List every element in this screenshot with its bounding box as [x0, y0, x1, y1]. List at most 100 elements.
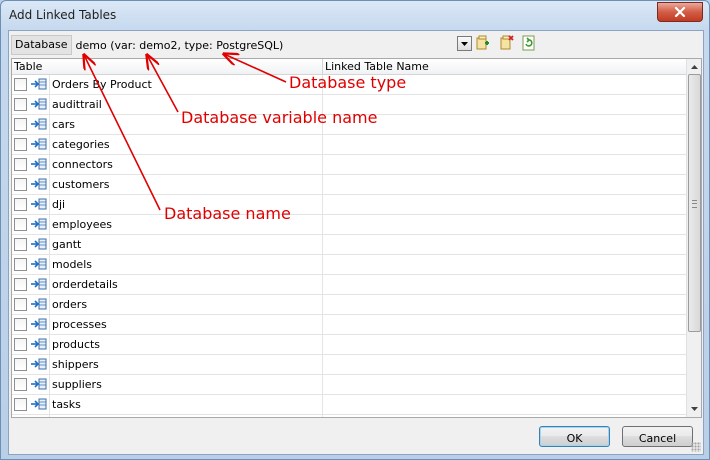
- linked-table-name-cell[interactable]: [322, 355, 687, 374]
- row-checkbox[interactable]: [14, 298, 27, 311]
- link-table-icon: [31, 238, 47, 250]
- table-row[interactable]: shippers: [12, 355, 687, 375]
- table-name-cell: gantt: [49, 235, 322, 254]
- row-checkbox[interactable]: [14, 398, 27, 411]
- linked-table-name-cell[interactable]: [322, 275, 687, 294]
- row-checkbox[interactable]: [14, 98, 27, 111]
- scroll-up-button[interactable]: [687, 60, 701, 74]
- table-name-cell: orderdetails: [49, 275, 322, 294]
- table-row[interactable]: categories: [12, 135, 687, 155]
- table-name-cell: suppliers: [49, 375, 322, 394]
- link-table-icon: [31, 318, 47, 330]
- cancel-button[interactable]: Cancel: [622, 426, 693, 447]
- table-name-cell: customers: [49, 175, 322, 194]
- refresh-icon[interactable]: [521, 35, 537, 51]
- table-row[interactable]: processes: [12, 315, 687, 335]
- window-title: Add Linked Tables: [9, 8, 117, 22]
- table-row[interactable]: suppliers: [12, 375, 687, 395]
- table-name-cell: models: [49, 255, 322, 274]
- row-checkbox[interactable]: [14, 318, 27, 331]
- row-checkbox[interactable]: [14, 378, 27, 391]
- row-checkbox[interactable]: [14, 278, 27, 291]
- table-row[interactable]: tasks: [12, 395, 687, 415]
- row-checkbox[interactable]: [14, 118, 27, 131]
- link-table-icon: [31, 98, 47, 110]
- row-checkbox[interactable]: [14, 358, 27, 371]
- database-selector-value[interactable]: demo (var: demo2, type: PostgreSQL): [74, 39, 284, 52]
- link-table-icon: [31, 118, 47, 130]
- column-header-linked-table-name[interactable]: Linked Table Name: [323, 59, 429, 74]
- table-name-cell: orders: [49, 295, 322, 314]
- close-button[interactable]: [657, 2, 703, 22]
- linked-table-name-cell[interactable]: [322, 175, 687, 194]
- table-name-cell: tasks: [49, 395, 322, 414]
- scrollbar-grip-icon: [692, 200, 697, 208]
- annotation-database-name: Database name: [164, 204, 291, 223]
- link-table-icon: [31, 398, 47, 410]
- scrollbar-thumb[interactable]: [688, 74, 701, 332]
- column-header-table[interactable]: Table: [12, 59, 42, 74]
- database-bar: Database demo (var: demo2, type: Postgre…: [11, 34, 701, 56]
- dropdown-arrow-icon: [461, 41, 468, 46]
- row-checkbox[interactable]: [14, 338, 27, 351]
- close-icon: [674, 7, 686, 17]
- annotation-database-type: Database type: [289, 73, 407, 92]
- linked-table-name-cell[interactable]: [322, 235, 687, 254]
- linked-table-name-cell[interactable]: [322, 295, 687, 314]
- row-checkbox[interactable]: [14, 78, 27, 91]
- table-row[interactable]: trademarks: [12, 415, 687, 417]
- table-row[interactable]: orderdetails: [12, 275, 687, 295]
- table-name-cell: trademarks: [49, 415, 322, 417]
- table-row[interactable]: products: [12, 335, 687, 355]
- dialog-client-area: Database demo (var: demo2, type: Postgre…: [8, 30, 704, 455]
- link-table-icon: [31, 358, 47, 370]
- table-row[interactable]: gantt: [12, 235, 687, 255]
- link-table-icon: [31, 298, 47, 310]
- link-table-icon: [31, 178, 47, 190]
- row-checkbox[interactable]: [14, 238, 27, 251]
- table-row[interactable]: models: [12, 255, 687, 275]
- linked-table-name-cell[interactable]: [322, 315, 687, 334]
- table-row[interactable]: employees: [12, 215, 687, 235]
- database-dropdown-button[interactable]: [457, 36, 472, 51]
- add-database-icon[interactable]: [474, 35, 490, 51]
- vertical-scrollbar[interactable]: [686, 59, 701, 417]
- database-label: Database: [11, 35, 72, 55]
- dialog-window: Add Linked Tables Database demo (var: de…: [0, 0, 710, 460]
- table-row[interactable]: customers: [12, 175, 687, 195]
- linked-table-name-cell[interactable]: [322, 255, 687, 274]
- link-table-icon: [31, 198, 47, 210]
- remove-database-icon[interactable]: [498, 35, 514, 51]
- link-table-icon: [31, 258, 47, 270]
- row-checkbox[interactable]: [14, 138, 27, 151]
- table-row[interactable]: connectors: [12, 155, 687, 175]
- row-checkbox[interactable]: [14, 258, 27, 271]
- table-name-cell: connectors: [49, 155, 322, 174]
- link-table-icon: [31, 218, 47, 230]
- table-row[interactable]: dji: [12, 195, 687, 215]
- linked-table-name-cell[interactable]: [322, 195, 687, 214]
- link-table-icon: [31, 338, 47, 350]
- linked-table-name-cell[interactable]: [322, 215, 687, 234]
- table-name-cell: Orders By Product: [49, 75, 322, 94]
- table-row[interactable]: orders: [12, 295, 687, 315]
- linked-table-name-cell[interactable]: [322, 375, 687, 394]
- linked-table-name-cell[interactable]: [322, 395, 687, 414]
- table-name-cell: categories: [49, 135, 322, 154]
- linked-table-name-cell[interactable]: [322, 335, 687, 354]
- link-table-icon: [31, 278, 47, 290]
- resize-grip-icon[interactable]: [691, 442, 701, 452]
- title-bar[interactable]: Add Linked Tables: [1, 1, 709, 31]
- scroll-down-icon: [690, 407, 698, 411]
- linked-table-name-cell[interactable]: [322, 135, 687, 154]
- linked-table-name-cell[interactable]: [322, 415, 687, 417]
- row-checkbox[interactable]: [14, 178, 27, 191]
- annotation-database-variable-name: Database variable name: [181, 108, 378, 127]
- linked-table-name-cell[interactable]: [322, 155, 687, 174]
- row-checkbox[interactable]: [14, 158, 27, 171]
- ok-button[interactable]: OK: [539, 426, 610, 447]
- row-checkbox[interactable]: [14, 198, 27, 211]
- scroll-up-icon: [690, 65, 698, 69]
- scroll-down-button[interactable]: [687, 402, 701, 416]
- row-checkbox[interactable]: [14, 218, 27, 231]
